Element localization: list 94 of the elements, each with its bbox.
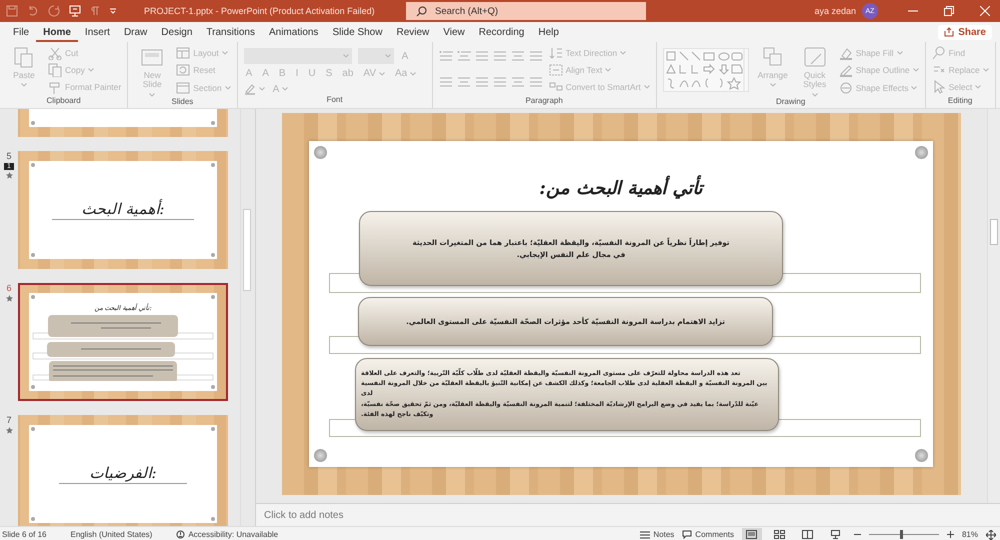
command-icon <box>932 80 946 94</box>
slide-number: 7 <box>6 415 12 425</box>
language-label[interactable]: English (United States) <box>70 530 152 539</box>
slide-thumbnail[interactable]: أهمية البحث: <box>18 151 228 269</box>
command-icon <box>838 46 853 60</box>
paragraph-icon[interactable] <box>90 6 100 16</box>
command-icon <box>176 63 190 78</box>
notes-button[interactable]: Notes <box>640 530 674 539</box>
align-icon[interactable] <box>528 76 543 88</box>
pin-icon <box>314 449 327 462</box>
indent-icon[interactable] <box>528 50 543 62</box>
star-icon <box>6 295 12 302</box>
command-icon <box>548 62 563 77</box>
slider-thumb[interactable] <box>900 530 904 539</box>
redo-icon[interactable] <box>48 5 60 17</box>
pin-icon <box>915 146 928 159</box>
ribbon-tab[interactable]: Transitions <box>199 22 262 42</box>
zoom-in-icon[interactable] <box>946 531 954 538</box>
star-icon <box>6 427 12 434</box>
thumbnail-title: أهمية البحث: <box>52 200 194 220</box>
slide-counter: Slide 6 of 16 <box>2 530 46 539</box>
slide-number: 6 <box>6 283 12 293</box>
slide-thumbnail[interactable]: الفرضيات: <box>18 415 228 526</box>
group-label: Editing <box>946 96 974 107</box>
command-icon <box>176 80 190 95</box>
align-icon[interactable] <box>456 76 471 88</box>
view-icon <box>802 530 814 539</box>
indent-icon[interactable] <box>492 50 507 62</box>
view-icon <box>746 530 758 539</box>
command-icon <box>932 46 946 60</box>
pin-icon <box>915 449 928 462</box>
ribbon-tab[interactable]: Animations <box>262 22 326 42</box>
align-icon[interactable] <box>474 76 489 88</box>
zoom-out-icon[interactable] <box>854 531 861 538</box>
group-label: Paragraph <box>524 96 564 107</box>
command-icon <box>802 46 827 68</box>
align-icon[interactable] <box>510 76 525 88</box>
slide-number: 5 <box>6 151 12 161</box>
ribbon-tab[interactable]: Help <box>531 22 566 42</box>
align-icon[interactable] <box>438 76 453 88</box>
group-label: Font <box>326 95 344 106</box>
ribbon-tab[interactable]: Design <box>154 22 200 42</box>
fit-slide-icon[interactable] <box>986 530 996 540</box>
command-icon <box>48 46 62 60</box>
list-icon[interactable] <box>438 50 453 62</box>
align-icon[interactable] <box>492 76 507 88</box>
slide-title: تأتي أهمية البحث من: <box>309 177 933 199</box>
presentation-icon[interactable] <box>69 5 81 17</box>
ribbon-tab[interactable]: View <box>436 22 472 42</box>
zoom-level[interactable]: 81% <box>962 530 978 539</box>
close-icon <box>980 6 990 16</box>
command-icon <box>548 46 563 60</box>
accessibility-status[interactable]: Accessibility: Unavailable <box>176 530 278 539</box>
view-button[interactable] <box>742 528 762 540</box>
scrollbar[interactable] <box>987 109 1000 503</box>
view-icon <box>830 530 842 539</box>
list-icon[interactable] <box>456 50 471 62</box>
scrollbar[interactable] <box>240 109 253 526</box>
command-icon <box>176 46 190 60</box>
comment-icon <box>682 530 692 539</box>
ribbon-tab[interactable]: Recording <box>472 22 532 42</box>
indent-icon[interactable] <box>510 50 525 62</box>
command-icon <box>838 80 853 95</box>
command-icon <box>48 80 62 94</box>
highlighter-icon <box>244 83 256 95</box>
comments-button[interactable]: Comments <box>682 530 734 539</box>
command-icon <box>838 63 853 78</box>
group-label: Clipboard <box>45 96 82 107</box>
indent-icon[interactable] <box>474 50 489 62</box>
view-icon <box>774 530 786 539</box>
ribbon-tab[interactable]: Slide Show <box>325 22 390 42</box>
thumbnail-title: الفرضيات: <box>59 464 187 484</box>
pin-icon <box>314 146 327 159</box>
ribbon-tab[interactable]: Draw <box>116 22 154 42</box>
group-label: Drawing <box>774 96 806 108</box>
group-label: Slides <box>170 96 194 108</box>
command-icon <box>48 62 62 77</box>
restore-icon <box>944 6 954 16</box>
ribbon-tab[interactable]: Review <box>389 22 436 42</box>
ribbon-tab[interactable]: File <box>6 22 36 42</box>
window-title: PROJECT-1.pptx - PowerPoint (Product Activation Failed) <box>144 6 376 16</box>
accessibility-icon <box>176 530 186 539</box>
shapes-gallery[interactable] <box>662 48 749 92</box>
search-field[interactable]: Search (Alt+Q) <box>406 2 646 20</box>
share-icon <box>944 27 954 37</box>
customize-icon[interactable] <box>109 7 117 15</box>
ribbon-tab[interactable]: Insert <box>78 22 117 42</box>
search-icon <box>416 6 427 16</box>
undo-icon[interactable] <box>27 5 39 17</box>
notes-icon <box>640 530 650 538</box>
star-icon <box>6 172 12 179</box>
user-name: aya zedan <box>814 6 856 16</box>
save-icon[interactable] <box>6 5 18 17</box>
share-button[interactable]: Share <box>938 24 992 40</box>
